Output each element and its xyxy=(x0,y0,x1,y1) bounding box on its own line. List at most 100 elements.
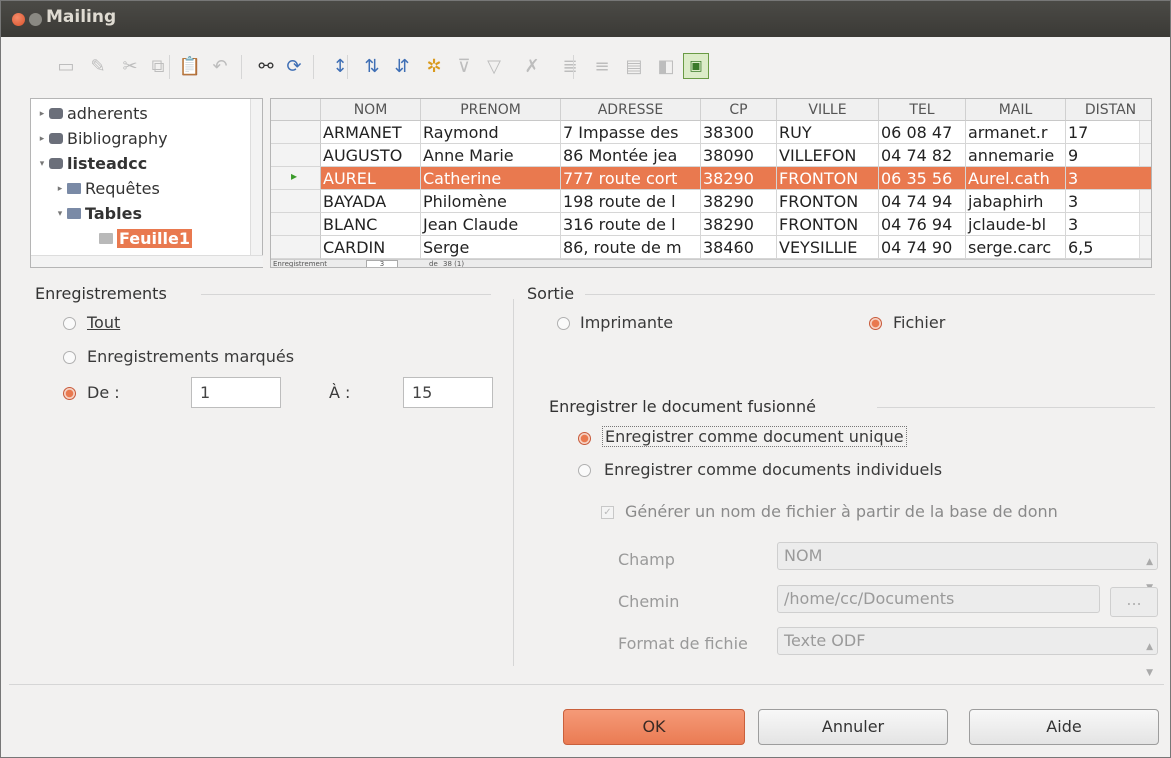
column-header[interactable]: DISTAN xyxy=(1066,99,1151,121)
column-header[interactable]: NOM xyxy=(321,99,421,121)
filter-icon[interactable]: ▽ xyxy=(481,53,507,79)
expander-icon[interactable]: ▸ xyxy=(53,184,67,194)
column-header[interactable]: PRENOM xyxy=(421,99,561,121)
table-cell[interactable]: annemarie xyxy=(966,144,1066,167)
standard-filter-icon[interactable]: ⊽ xyxy=(451,53,477,79)
row-header[interactable] xyxy=(271,213,321,236)
file-radio[interactable] xyxy=(869,317,882,330)
undo-icon[interactable]: ↶ xyxy=(207,53,233,79)
table-cell[interactable]: FRONTON xyxy=(777,213,879,236)
minimize-window-button[interactable] xyxy=(29,13,42,26)
table-cell[interactable]: 86 Montée jea xyxy=(561,144,701,167)
table-cell[interactable]: 38460 xyxy=(701,236,777,259)
from-input[interactable]: 1 xyxy=(191,377,281,408)
table-cell[interactable]: 316 route de l xyxy=(561,213,701,236)
marked-records-radio[interactable] xyxy=(63,351,76,364)
table-cell[interactable]: 04 74 82 xyxy=(879,144,966,167)
data-source-icon[interactable]: ◧ xyxy=(653,53,679,79)
autofilter-icon[interactable]: ✲ xyxy=(421,53,447,79)
to-input[interactable]: 15 xyxy=(403,377,493,408)
table-cell[interactable]: FRONTON xyxy=(777,167,879,190)
mail-merge-icon[interactable]: ▤ xyxy=(621,53,647,79)
tree-horizontal-scrollbar[interactable] xyxy=(31,255,263,267)
table-cell[interactable]: 3 xyxy=(1066,190,1151,213)
table-cell[interactable]: CARDIN xyxy=(321,236,421,259)
table-cell[interactable]: Philomène xyxy=(421,190,561,213)
table-cell[interactable]: 9 xyxy=(1066,144,1151,167)
expander-icon[interactable]: ▸ xyxy=(35,134,49,144)
row-header[interactable] xyxy=(271,144,321,167)
paste-icon[interactable]: 📋 xyxy=(177,53,203,79)
from-records-radio[interactable] xyxy=(63,387,76,400)
table-cell[interactable]: FRONTON xyxy=(777,190,879,213)
table-cell[interactable]: Aurel.cath xyxy=(966,167,1066,190)
table-cell[interactable]: 06 08 47 xyxy=(879,121,966,144)
help-button[interactable]: Aide xyxy=(969,709,1159,745)
edit-icon[interactable]: ✎ xyxy=(85,53,111,79)
find-icon[interactable]: ⚯ xyxy=(253,53,279,79)
format-select[interactable]: Texte ODF ▲ ▼ xyxy=(777,627,1158,678)
column-header[interactable]: CP xyxy=(701,99,777,121)
table-cell[interactable]: 38290 xyxy=(701,213,777,236)
column-header[interactable]: ADRESSE xyxy=(561,99,701,121)
expander-icon[interactable]: ▾ xyxy=(35,159,49,169)
path-input[interactable]: /home/cc/Documents xyxy=(777,585,1100,613)
tree-vertical-scrollbar[interactable] xyxy=(250,99,262,255)
table-cell[interactable]: Serge xyxy=(421,236,561,259)
remove-filter-icon[interactable]: ✗ xyxy=(519,53,545,79)
table-cell[interactable]: 06 35 56 xyxy=(879,167,966,190)
row-header[interactable] xyxy=(271,121,321,144)
table-cell[interactable]: 04 76 94 xyxy=(879,213,966,236)
browse-button[interactable]: ... xyxy=(1110,587,1158,617)
table-cell[interactable]: ARMANET xyxy=(321,121,421,144)
table-cell[interactable]: AUREL xyxy=(321,167,421,190)
row-header[interactable] xyxy=(271,190,321,213)
table-cell[interactable]: 38290 xyxy=(701,190,777,213)
table-cell[interactable]: 7 Impasse des xyxy=(561,121,701,144)
field-select[interactable]: NOM▲▼ xyxy=(777,542,1158,593)
column-header[interactable]: TEL xyxy=(879,99,966,121)
copy-icon[interactable]: ⧉ xyxy=(145,53,171,79)
table-cell[interactable]: 38300 xyxy=(701,121,777,144)
data-grid[interactable]: Enregistrement 3 de 38 (1) NOM PRENOM ADRE… xyxy=(270,98,1152,268)
sort-ascending-icon[interactable]: ↕ xyxy=(327,53,353,79)
refresh-icon[interactable]: ⟳ xyxy=(281,53,307,79)
table-cell[interactable]: BLANC xyxy=(321,213,421,236)
column-header[interactable]: VILLE xyxy=(777,99,879,121)
tree-item[interactable]: ▾ listeadcc xyxy=(35,151,147,176)
table-cell[interactable]: Jean Claude xyxy=(421,213,561,236)
table-cell[interactable]: 38290 xyxy=(701,167,777,190)
ok-button[interactable]: OK xyxy=(563,709,745,745)
cut-icon[interactable]: ✂ xyxy=(117,53,143,79)
table-cell[interactable]: VEYSILLIE xyxy=(777,236,879,259)
single-document-radio[interactable] xyxy=(578,432,591,445)
tree-item[interactable]: ▾ Tables xyxy=(53,201,142,226)
individual-documents-radio[interactable] xyxy=(578,464,591,477)
table-cell[interactable]: 04 74 90 xyxy=(879,236,966,259)
column-header[interactable]: MAIL xyxy=(966,99,1066,121)
table-cell[interactable]: VILLEFON xyxy=(777,144,879,167)
explorer-toggle-icon[interactable]: ▣ xyxy=(683,53,709,79)
table-cell[interactable]: Raymond xyxy=(421,121,561,144)
table-cell[interactable]: 3 xyxy=(1066,167,1151,190)
row-header[interactable] xyxy=(271,236,321,259)
tree-item[interactable]: ▸ Requêtes xyxy=(53,176,160,201)
data-source-tree[interactable]: ▸ adherents ▸ Bibliography ▾ listeadcc ▸ Requêt… xyxy=(30,98,263,268)
table-cell[interactable]: RUY xyxy=(777,121,879,144)
sort-az-icon[interactable]: ⇅ xyxy=(359,53,385,79)
table-cell[interactable]: 04 74 94 xyxy=(879,190,966,213)
table-cell[interactable]: 777 route cort xyxy=(561,167,701,190)
table-cell[interactable]: 38090 xyxy=(701,144,777,167)
table-cell[interactable]: 198 route de l xyxy=(561,190,701,213)
tree-item[interactable]: Feuille1 xyxy=(85,226,192,251)
row-header[interactable]: ▸ xyxy=(271,167,321,190)
generate-filename-checkbox[interactable]: ✓ xyxy=(601,506,614,519)
table-cell[interactable]: serge.carc xyxy=(966,236,1066,259)
table-cell[interactable]: jclaude-bl xyxy=(966,213,1066,236)
table-cell[interactable]: 86, route de m xyxy=(561,236,701,259)
table-cell[interactable]: 3 xyxy=(1066,213,1151,236)
expander-icon[interactable]: ▾ xyxy=(53,209,67,219)
tree-item[interactable]: ▸ adherents xyxy=(35,101,148,126)
close-window-button[interactable] xyxy=(12,13,25,26)
table-cell[interactable]: 17 xyxy=(1066,121,1151,144)
